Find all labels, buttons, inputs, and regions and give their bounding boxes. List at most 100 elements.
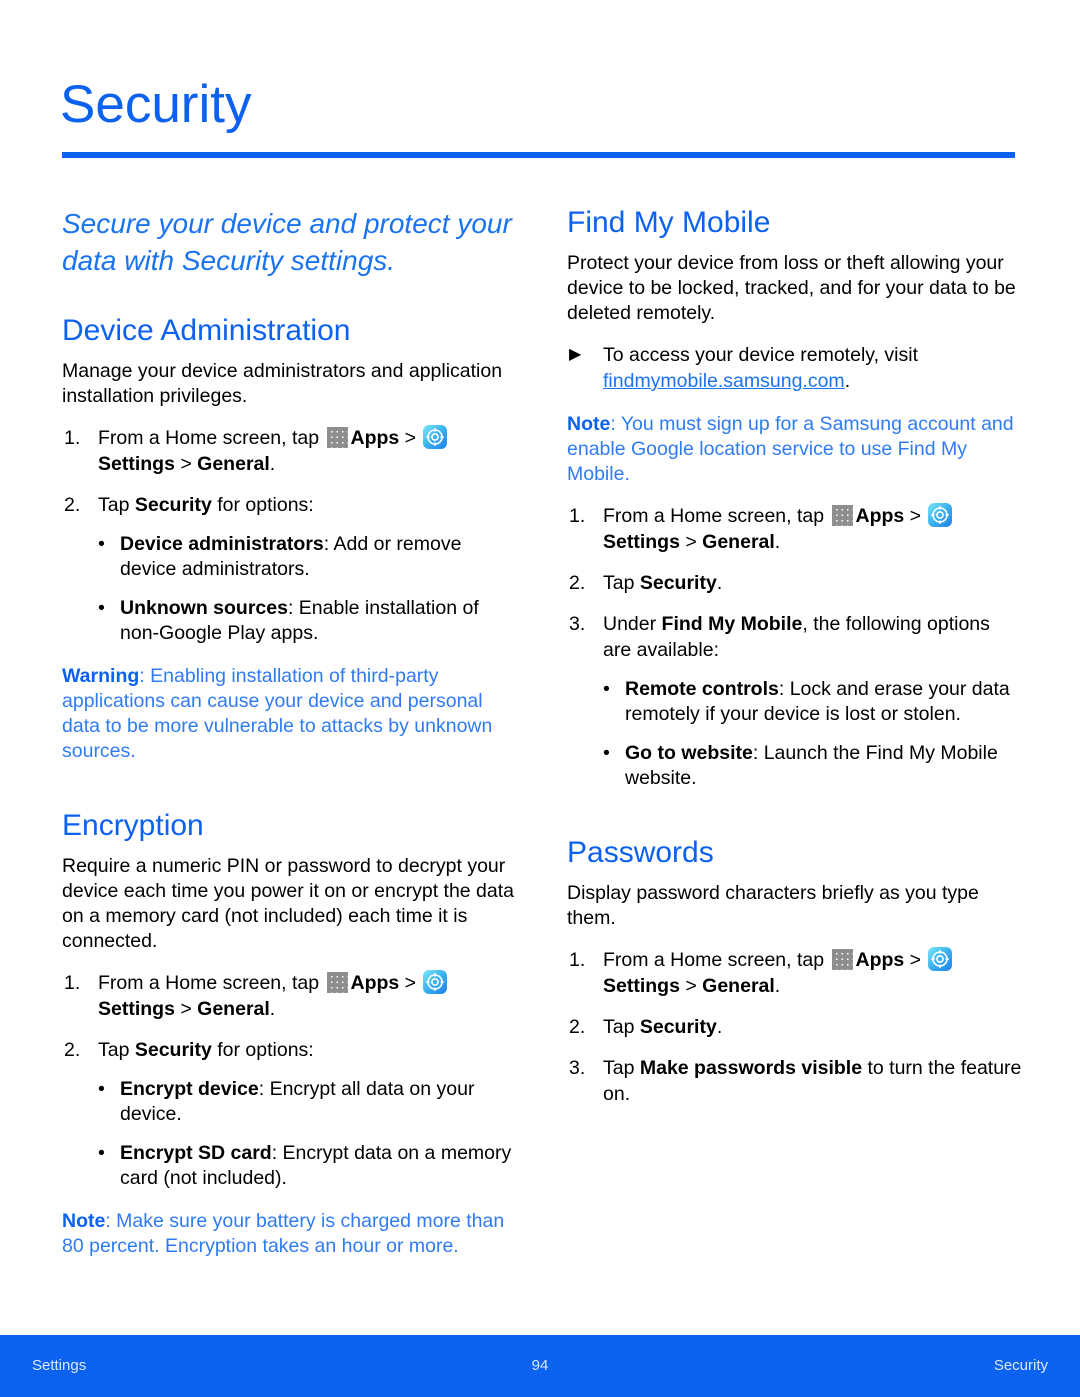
device-administration-options: • Device administrators: Add or remove d… [62, 532, 517, 646]
warning-callout: Warning: Enabling installation of third-… [62, 664, 517, 764]
arrow-item-post: . [844, 370, 851, 392]
step-separator: > [399, 427, 422, 449]
step-number: 3. [569, 613, 586, 635]
title-rule [62, 152, 1015, 158]
step-item: 1. From a Home screen, tap Apps > Settin… [567, 947, 1022, 999]
step-text-pre: Tap [603, 1057, 640, 1079]
apps-grid-icon [831, 949, 853, 970]
apps-label: Apps [855, 949, 905, 971]
list-item: • Remote controls: Lock and erase your d… [603, 677, 1022, 727]
find-my-mobile-access: ▶ To access your device remotely, visit … [567, 342, 1022, 394]
note-callout: Note: Make sure your battery is charged … [62, 1209, 517, 1259]
step-separator: > [904, 505, 927, 527]
find-my-mobile-steps: 1. From a Home screen, tap Apps > Settin… [567, 503, 1022, 663]
encryption-steps: 1. From a Home screen, tap Apps > Settin… [62, 970, 517, 1063]
step-tail-separator: > [679, 975, 703, 997]
arrow-bullet-icon: ▶ [569, 346, 582, 363]
step-text-bold: Security [134, 494, 212, 516]
encryption-intro: Require a numeric PIN or password to dec… [62, 855, 515, 952]
settings-gear-icon [928, 947, 953, 971]
step-text-post: . [716, 1016, 723, 1038]
settings-gear-icon [423, 970, 448, 994]
step-tail-end: . [774, 531, 781, 553]
list-item: • Encrypt SD card: Encrypt data on a mem… [98, 1141, 517, 1191]
step-text-post: . [716, 572, 723, 594]
section-passwords: Passwords Display password characters br… [567, 835, 1022, 1107]
step-text-bold: Make passwords visible [639, 1057, 863, 1079]
step-item: 1. From a Home screen, tap Apps > Settin… [567, 503, 1022, 555]
general-label: General [197, 453, 270, 475]
step-item: 2. Tap Security for options: [62, 1037, 517, 1063]
step-text-pre: From a Home screen, tap [603, 505, 830, 527]
apps-label: Apps [350, 972, 400, 994]
step-text-pre: From a Home screen, tap [603, 949, 830, 971]
step-item: 3. Tap Make passwords visible to turn th… [567, 1055, 1022, 1107]
section-device-administration: Device Administration Manage your device… [62, 313, 517, 764]
step-text-pre: Tap [98, 494, 135, 516]
step-item: 1. From a Home screen, tap Apps > Settin… [62, 970, 517, 1022]
step-number: 2. [569, 1016, 586, 1038]
apps-grid-icon [831, 505, 853, 526]
settings-gear-icon [423, 425, 448, 449]
note-text: : You must sign up for a Samsung account… [567, 413, 1014, 485]
list-item: • Device administrators: Add or remove d… [98, 532, 517, 582]
step-text-bold: Security [134, 1039, 212, 1061]
find-my-mobile-intro: Protect your device from loss or theft a… [567, 252, 1016, 324]
step-item: 2. Tap Security for options: [62, 492, 517, 518]
warning-label: Warning [62, 665, 140, 687]
step-tail-end: . [269, 998, 276, 1020]
step-tail-separator: > [679, 531, 703, 553]
apps-label: Apps [855, 505, 905, 527]
step-text-pre: Tap [603, 572, 640, 594]
step-text-bold: Security [639, 1016, 717, 1038]
findmymobile-link[interactable]: findmymobile.samsung.com [603, 370, 845, 392]
step-number: 2. [64, 1039, 81, 1061]
bullet-dot-icon: • [98, 533, 105, 555]
note-callout: Note: You must sign up for a Samsung acc… [567, 412, 1022, 487]
settings-label: Settings [98, 998, 175, 1020]
step-number: 1. [569, 949, 586, 971]
step-item: 2. Tap Security. [567, 570, 1022, 596]
note-text: : Make sure your battery is charged more… [62, 1210, 505, 1257]
step-tail-separator: > [174, 998, 198, 1020]
step-text-post: for options: [211, 1039, 314, 1061]
apps-grid-icon [326, 427, 348, 448]
footer-right-label: Security [993, 1357, 1048, 1374]
option-term: Device administrators [120, 533, 324, 555]
step-tail-end: . [269, 453, 276, 475]
settings-label: Settings [603, 531, 680, 553]
list-item: • Go to website: Launch the Find My Mobi… [603, 741, 1022, 791]
step-item: 1. From a Home screen, tap Apps > Settin… [62, 425, 517, 477]
arrow-list-item: ▶ To access your device remotely, visit … [567, 342, 1022, 394]
step-number: 1. [64, 972, 81, 994]
section-find-my-mobile: Find My Mobile Protect your device from … [567, 205, 1022, 791]
step-text-pre: From a Home screen, tap [98, 427, 325, 449]
note-label: Note [62, 1210, 106, 1232]
general-label: General [197, 998, 270, 1020]
step-text-pre: Tap [603, 1016, 640, 1038]
general-label: General [702, 975, 775, 997]
find-my-mobile-options: • Remote controls: Lock and erase your d… [567, 677, 1022, 791]
apps-label: Apps [350, 427, 400, 449]
option-term: Encrypt device [120, 1078, 259, 1100]
passwords-steps: 1. From a Home screen, tap Apps > Settin… [567, 947, 1022, 1107]
bullet-dot-icon: • [603, 742, 610, 764]
page-footer: Settings 94 Security [0, 1335, 1080, 1397]
encryption-options: • Encrypt device: Encrypt all data on yo… [62, 1077, 517, 1191]
option-term: Remote controls [625, 678, 779, 700]
option-term: Unknown sources [120, 597, 288, 619]
device-administration-steps: 1. From a Home screen, tap Apps > Settin… [62, 425, 517, 518]
list-item: • Encrypt device: Encrypt all data on yo… [98, 1077, 517, 1127]
bullet-dot-icon: • [98, 1142, 105, 1164]
option-term: Go to website [625, 742, 753, 764]
step-tail-separator: > [174, 453, 198, 475]
device-administration-intro: Manage your device administrators and ap… [62, 360, 503, 407]
step-number: 1. [64, 427, 81, 449]
section-heading-device-administration: Device Administration [62, 314, 351, 347]
right-column: Find My Mobile Protect your device from … [567, 205, 1022, 1107]
step-text-post: for options: [211, 494, 314, 516]
step-number: 2. [64, 494, 81, 516]
settings-gear-icon [928, 503, 953, 527]
section-encryption: Encryption Require a numeric PIN or pass… [62, 808, 517, 1259]
bullet-dot-icon: • [98, 1078, 105, 1100]
